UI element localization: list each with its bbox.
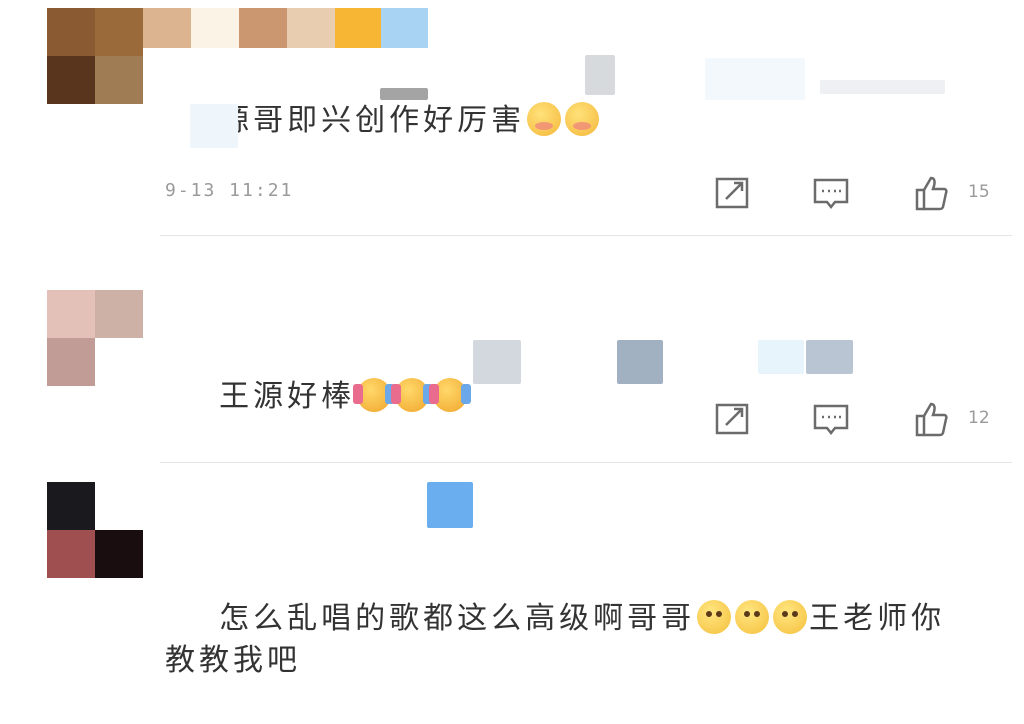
like-button[interactable] (906, 168, 956, 218)
divider (160, 462, 1012, 463)
comment-body-suffix: 王老师你 (809, 601, 946, 636)
like-count: 15 (968, 182, 990, 202)
share-button[interactable] (707, 168, 757, 218)
blurred-region (585, 55, 615, 95)
comment-body: 怎么乱唱的歌都这么高级啊哥哥 (219, 601, 696, 636)
avatar-pixel (47, 290, 95, 338)
comment-icon (813, 404, 849, 436)
blurred-region (806, 340, 853, 374)
shy-face-emoji-icon (527, 102, 562, 136)
blurred-region (190, 104, 238, 148)
avatar-pixel (95, 482, 143, 530)
mosaic-cell (239, 8, 287, 48)
shy-face-emoji-icon (565, 102, 600, 136)
comment-text: 源哥即兴创作好厉害 (165, 58, 995, 184)
comment-body-line2: 教教我吧 (165, 643, 301, 678)
mosaic-cell (287, 8, 335, 48)
reply-button[interactable] (806, 168, 856, 218)
avatar[interactable] (47, 290, 143, 386)
comment-body: 源哥即兴创作好厉害 (219, 103, 526, 138)
avatar[interactable] (47, 8, 143, 104)
comment-icon (813, 178, 849, 210)
avatar[interactable] (47, 482, 143, 578)
timestamp: 9-13 11:21 (165, 180, 294, 201)
avatar-pixel (95, 290, 143, 338)
avatar-pixel (47, 8, 95, 56)
share-button[interactable] (707, 394, 757, 444)
blurred-region (473, 340, 521, 384)
thumbs-up-icon (915, 402, 948, 437)
avatar-pixel (47, 530, 95, 578)
divider (160, 235, 1012, 236)
mosaic-cell (381, 8, 428, 48)
pleading-face-emoji-icon (735, 600, 770, 634)
blurred-region (820, 80, 945, 94)
mosaic-cell (143, 8, 191, 48)
avatar-pixel (95, 8, 143, 56)
share-icon (715, 177, 749, 209)
avatar-pixel (95, 56, 143, 104)
avatar-pixel (47, 338, 95, 386)
blurred-region (380, 88, 428, 100)
thumbs-up-icon (915, 176, 948, 211)
comment-text: 怎么乱唱的歌都这么高级啊哥哥 王老师你教教我吧 (165, 556, 995, 724)
blurred-region (705, 58, 805, 100)
avatar-pixel (47, 56, 95, 104)
blurred-region (758, 340, 804, 374)
avatar-pixel (95, 338, 143, 386)
mosaic-cell (191, 8, 239, 48)
share-icon (715, 403, 749, 435)
blurred-region (427, 482, 473, 528)
blurred-region (617, 340, 663, 384)
avatar-pixel (95, 530, 143, 578)
comment-meta-row: 9-13 11:21 15 (0, 168, 1024, 218)
avatar-pixel (47, 482, 95, 530)
reply-button[interactable] (806, 394, 856, 444)
like-button[interactable] (906, 394, 956, 444)
mosaic-strip (143, 8, 428, 48)
like-count: 12 (968, 408, 990, 428)
comment-meta-row: 12 (0, 394, 1024, 444)
mosaic-cell (335, 8, 381, 48)
pleading-face-emoji-icon (773, 600, 808, 634)
pleading-face-emoji-icon (697, 600, 732, 634)
